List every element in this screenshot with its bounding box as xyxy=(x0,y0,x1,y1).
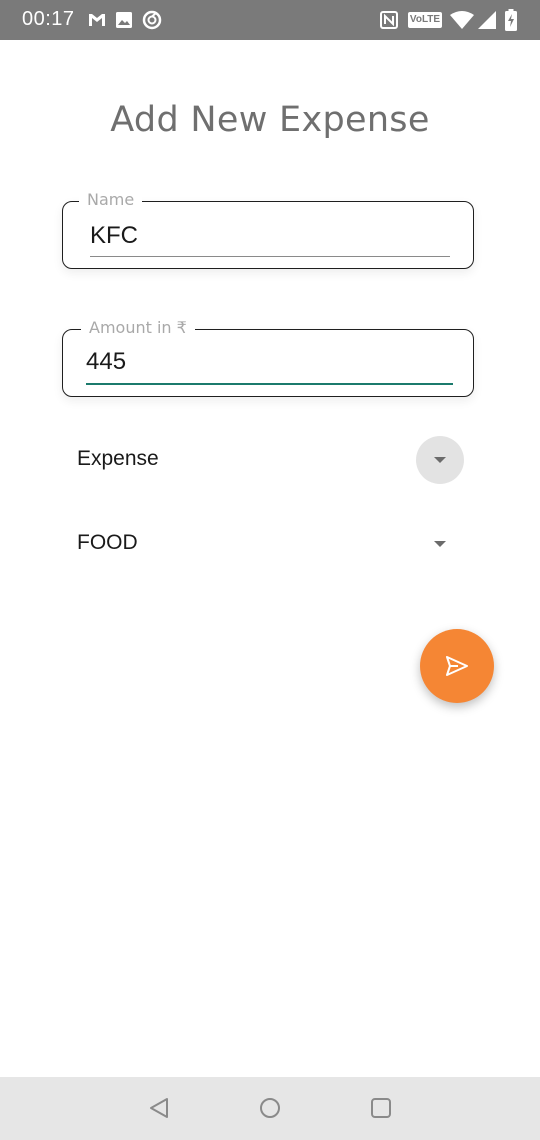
caret-down-icon xyxy=(434,457,446,463)
send-icon xyxy=(446,656,468,676)
caret-down-icon xyxy=(434,541,446,547)
navigation-bar xyxy=(0,1077,540,1140)
recents-icon[interactable] xyxy=(370,1097,392,1119)
volte-icon: VoLTE xyxy=(408,12,442,28)
amount-input-value[interactable]: 445 xyxy=(86,348,126,376)
category-dropdown-value[interactable]: FOOD xyxy=(77,531,138,555)
amount-underline xyxy=(86,383,453,385)
gmail-icon xyxy=(89,14,105,26)
home-icon[interactable] xyxy=(259,1097,281,1119)
back-icon[interactable] xyxy=(148,1097,170,1119)
name-input-value[interactable]: KFC xyxy=(90,222,138,250)
type-dropdown-value[interactable]: Expense xyxy=(77,447,159,471)
name-field[interactable]: Name KFC xyxy=(62,190,474,269)
nfc-icon xyxy=(380,11,398,29)
page-title: Add New Expense xyxy=(110,100,430,140)
amount-label: Amount in ₹ xyxy=(81,318,195,337)
image-icon xyxy=(116,12,132,28)
battery-charging-icon xyxy=(505,9,517,31)
category-dropdown[interactable]: FOOD xyxy=(62,516,474,572)
wifi-icon xyxy=(450,11,474,29)
status-time: 00:17 xyxy=(22,8,75,30)
submit-fab-button[interactable] xyxy=(420,629,494,703)
name-underline xyxy=(90,256,450,257)
amount-field[interactable]: Amount in ₹ 445 xyxy=(62,318,474,397)
sync-icon xyxy=(142,10,162,30)
type-dropdown-toggle[interactable] xyxy=(416,436,464,484)
name-label: Name xyxy=(79,190,143,209)
signal-icon xyxy=(478,11,496,29)
category-dropdown-toggle[interactable] xyxy=(416,520,464,568)
status-bar: 00:17 VoLTE xyxy=(0,0,540,40)
type-dropdown[interactable]: Expense xyxy=(62,432,474,488)
